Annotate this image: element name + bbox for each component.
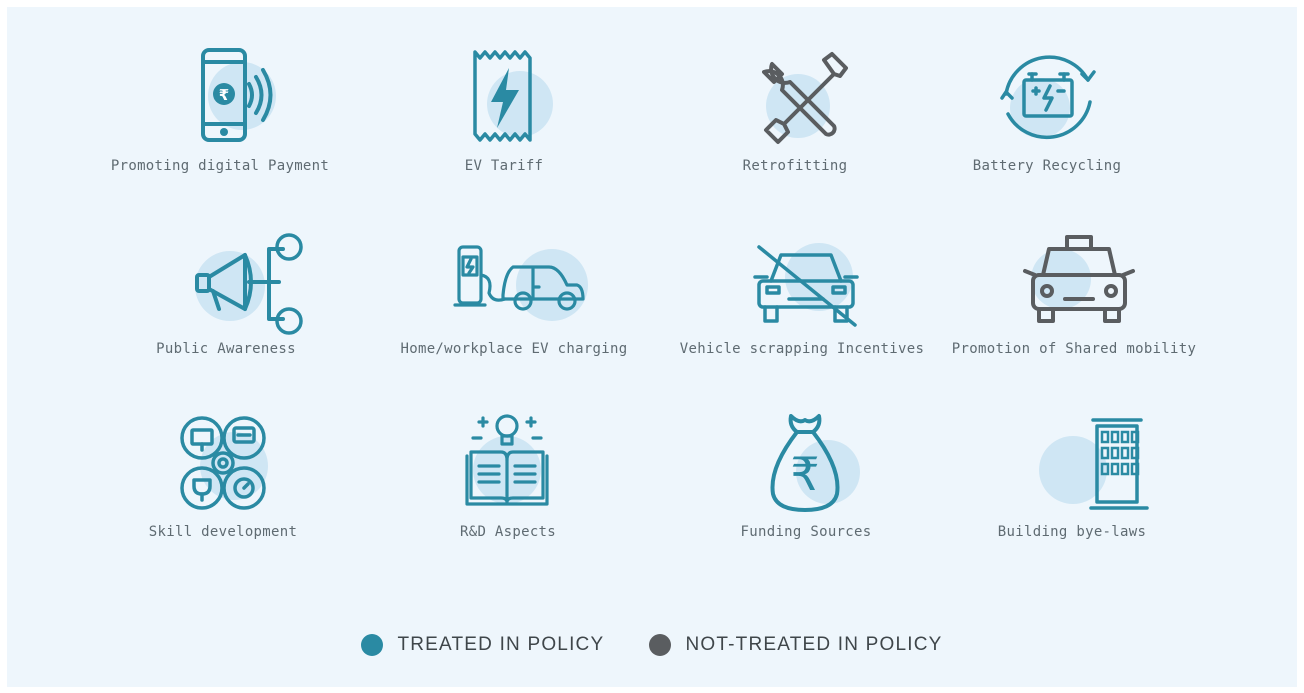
ev-charging-icon [453, 245, 588, 321]
item-label: Promotion of Shared mobility [951, 341, 1197, 357]
item-label: Promoting digital Payment [110, 158, 330, 174]
legend-treated: TREATED IN POLICY [361, 634, 604, 656]
item-label: Public Awareness [156, 341, 296, 357]
tools-icon [762, 52, 848, 144]
money-bag-icon: ₹ [770, 414, 860, 512]
mobile-payment-icon: ₹ [201, 48, 276, 142]
legend-not-treated: NOT-TREATED IN POLICY [649, 634, 942, 656]
skills-icon [180, 416, 268, 510]
not-treated-dot-icon [649, 634, 672, 656]
item-shared-mobility: Promotion of Shared mobility [944, 227, 1204, 357]
item-battery-recycling: Battery Recycling [917, 44, 1177, 174]
megaphone-icon [195, 233, 303, 335]
item-building-bye-laws: Building bye-laws [942, 410, 1202, 540]
battery-recycle-icon [1000, 55, 1096, 140]
item-funding-sources: ₹ Funding Sources [676, 410, 936, 540]
item-ev-tariff: EV Tariff [374, 44, 634, 174]
research-book-icon [465, 414, 549, 506]
item-label: Vehicle scrapping Incentives [679, 341, 925, 357]
item-label: R&D Aspects [459, 524, 557, 540]
svg-text:₹: ₹ [790, 447, 819, 501]
treated-dot-icon [361, 634, 384, 656]
item-skill-development: Skill development [93, 410, 353, 540]
item-digital-payment: ₹ Promoting digital Payment [90, 44, 350, 174]
item-label: Funding Sources [740, 524, 872, 540]
item-label: Battery Recycling [972, 158, 1122, 174]
legend-label: NOT-TREATED IN POLICY [685, 634, 943, 655]
item-vehicle-scrapping: Vehicle scrapping Incentives [672, 227, 932, 357]
item-label: Building bye-laws [997, 524, 1147, 540]
item-label: Skill development [148, 524, 298, 540]
item-label: Home/workplace EV charging [400, 341, 628, 357]
car-scrapping-icon [753, 243, 859, 327]
item-label: EV Tariff [464, 158, 544, 174]
item-public-awareness: Public Awareness [96, 227, 356, 357]
item-rnd: R&D Aspects [378, 410, 638, 540]
ev-tariff-icon [473, 50, 553, 142]
legend-label: TREATED IN POLICY [397, 634, 605, 655]
building-icon [1039, 418, 1149, 510]
item-ev-charging: Home/workplace EV charging [384, 227, 644, 357]
legend: TREATED IN POLICY NOT-TREATED IN POLICY [0, 634, 1304, 660]
svg-text:₹: ₹ [219, 86, 229, 104]
item-label: Retrofitting [742, 158, 848, 174]
taxi-icon [1023, 235, 1135, 323]
item-retrofitting: Retrofitting [665, 44, 925, 174]
